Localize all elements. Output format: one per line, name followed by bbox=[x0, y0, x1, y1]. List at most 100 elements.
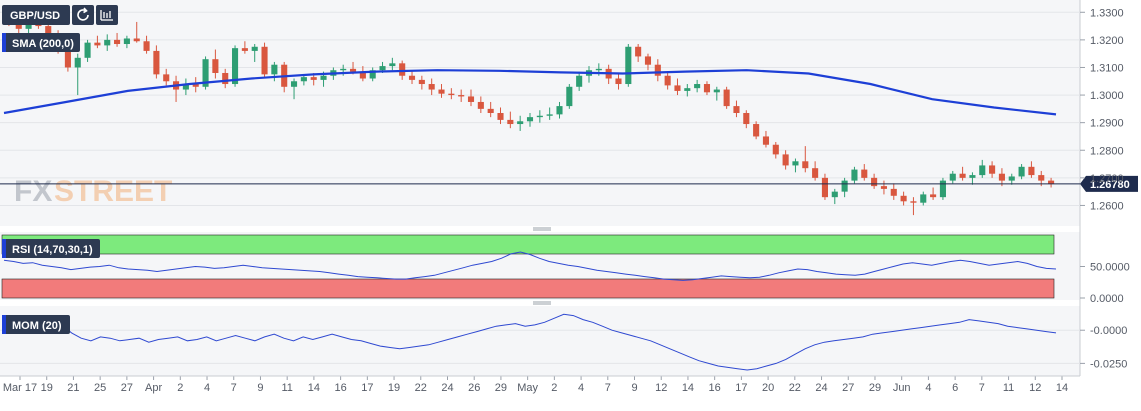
gbpusd-chart[interactable]: FX STREET 1.26780 1.33001.32001.31001.30… bbox=[0, 0, 1141, 411]
candle-body bbox=[664, 75, 671, 86]
time-tick-label: 2 bbox=[177, 382, 183, 394]
candle-body bbox=[920, 194, 927, 203]
time-tick-label: Mar 17 bbox=[3, 382, 37, 394]
time-tick-label: 22 bbox=[789, 382, 801, 394]
pane-resize-handle-2[interactable] bbox=[533, 301, 551, 305]
sma-indicator-badge[interactable]: SMA (200,0) bbox=[2, 33, 80, 52]
rsi-oversold-zone bbox=[1, 278, 1055, 299]
candle-body bbox=[64, 49, 71, 68]
candle-body bbox=[546, 114, 553, 116]
candle-body bbox=[772, 144, 779, 155]
time-tick-label: 2 bbox=[551, 382, 557, 394]
mom-panel bbox=[0, 306, 1080, 376]
candle bbox=[625, 44, 632, 87]
time-axis-ticks: Mar 17 19 21 25 27 Apr 2 4 7 9 11 14 16 17 19 22 24 26 29 M… bbox=[0, 375, 1080, 394]
candle-body bbox=[212, 59, 219, 73]
calendar-button[interactable] bbox=[96, 5, 118, 25]
candle-body bbox=[1018, 166, 1025, 177]
pane-resize-handle-1[interactable] bbox=[533, 227, 551, 231]
candle-body bbox=[556, 106, 563, 115]
fxstreet-watermark: FX STREET bbox=[14, 175, 172, 208]
candle-body bbox=[143, 41, 150, 51]
candle bbox=[939, 177, 946, 200]
candle-body bbox=[487, 108, 494, 113]
candle-body bbox=[880, 186, 887, 189]
candle-body bbox=[900, 195, 907, 202]
candle-body bbox=[949, 173, 956, 181]
watermark-street: STREET bbox=[54, 175, 172, 208]
candle-body bbox=[713, 89, 720, 93]
time-tick-label: 7 bbox=[231, 382, 237, 394]
candle-body bbox=[576, 75, 583, 87]
candle-body bbox=[615, 78, 622, 85]
time-tick-label: Jun bbox=[893, 382, 911, 394]
mom-indicator-badge[interactable]: MOM (20) bbox=[2, 315, 70, 334]
candle-body bbox=[261, 46, 268, 75]
time-tick-label: 6 bbox=[952, 382, 958, 394]
candle-body bbox=[802, 161, 809, 169]
time-tick-label: 25 bbox=[94, 382, 106, 394]
candle-body bbox=[635, 46, 642, 57]
candle-body bbox=[526, 117, 534, 122]
candle-body bbox=[753, 124, 760, 137]
candle-body bbox=[959, 173, 966, 178]
symbol-badge[interactable]: GBP/USD bbox=[2, 5, 70, 25]
candle-body bbox=[644, 56, 652, 65]
candle-body bbox=[163, 74, 170, 82]
candle-body bbox=[694, 84, 701, 89]
candle-body bbox=[251, 46, 258, 51]
time-tick-label: 19 bbox=[41, 382, 53, 394]
candle-body bbox=[231, 48, 239, 85]
candle-body bbox=[1028, 166, 1035, 176]
time-tick-label: 17 bbox=[361, 382, 373, 394]
candle-body bbox=[379, 66, 386, 71]
time-tick-label: 20 bbox=[762, 382, 774, 394]
candle-body bbox=[821, 177, 829, 198]
candle-body bbox=[998, 173, 1005, 181]
candle-body bbox=[910, 201, 917, 203]
candle-body bbox=[890, 188, 897, 196]
time-tick-label: 12 bbox=[1029, 382, 1041, 394]
rsi-indicator-badge[interactable]: RSI (14,70,30,1) bbox=[2, 239, 100, 258]
candle bbox=[202, 56, 209, 90]
candle-body bbox=[733, 106, 740, 113]
candle-body bbox=[792, 161, 799, 166]
candle-body bbox=[389, 63, 396, 67]
time-tick-label: 14 bbox=[682, 382, 694, 394]
candle-body bbox=[104, 39, 111, 46]
candle-body bbox=[300, 77, 307, 82]
time-tick-label: 16 bbox=[709, 382, 721, 394]
candle-body bbox=[497, 113, 504, 120]
candle-body bbox=[703, 84, 711, 93]
refresh-button[interactable] bbox=[72, 5, 94, 25]
rsi-tick-label: 0.0000 bbox=[1090, 293, 1124, 305]
candle-body bbox=[812, 168, 819, 178]
time-tick-label: 24 bbox=[441, 382, 453, 394]
candle-body bbox=[762, 136, 770, 145]
time-tick-label: 11 bbox=[1003, 382, 1014, 394]
candle-body bbox=[408, 75, 416, 80]
candle-body bbox=[310, 77, 317, 80]
time-tick-label: 4 bbox=[925, 382, 931, 394]
candle-body bbox=[241, 48, 248, 51]
candle-body bbox=[831, 191, 838, 198]
candle-body bbox=[969, 175, 976, 178]
candle-body bbox=[1038, 175, 1045, 181]
candle-body bbox=[467, 96, 475, 102]
candle bbox=[723, 86, 730, 109]
candle-body bbox=[517, 121, 524, 125]
candle-body bbox=[349, 68, 357, 72]
time-tick-label: 17 bbox=[735, 382, 747, 394]
time-tick-label: 14 bbox=[308, 382, 320, 394]
candle-body bbox=[871, 177, 878, 187]
candle-body bbox=[743, 113, 750, 125]
time-tick-label: 7 bbox=[979, 382, 985, 394]
candle-body bbox=[684, 88, 691, 91]
candle-body bbox=[84, 42, 91, 58]
candle-body bbox=[399, 63, 406, 76]
price-tick-label: 1.3300 bbox=[1090, 7, 1124, 19]
candle-body bbox=[320, 75, 327, 80]
time-tick-label: 24 bbox=[815, 382, 827, 394]
candle-body bbox=[939, 180, 946, 198]
price-tick-label: 1.2900 bbox=[1090, 118, 1124, 130]
